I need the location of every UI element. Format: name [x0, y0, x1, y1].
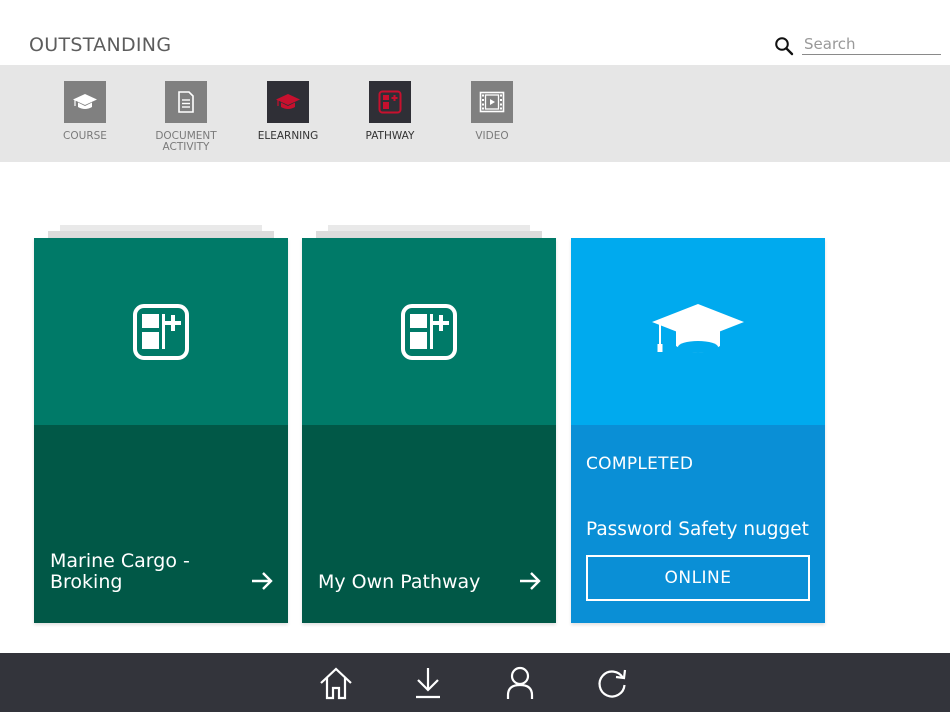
arrow-right-icon[interactable] — [250, 569, 274, 593]
search-box[interactable] — [774, 33, 941, 57]
download-button[interactable] — [410, 665, 446, 701]
filter-bar: COURSE DOCUMENT ACTIVITY ELEARNING PATHW… — [0, 65, 950, 162]
refresh-button[interactable] — [594, 665, 630, 701]
card-title: Marine Cargo - Broking — [50, 550, 190, 593]
pathway-icon — [401, 303, 457, 360]
filter-label: ELEARNING — [257, 130, 319, 142]
filter-elearning[interactable]: ELEARNING — [243, 81, 333, 142]
status-label: COMPLETED — [586, 454, 694, 474]
video-icon — [471, 81, 513, 123]
filter-label: COURSE — [63, 130, 107, 142]
filter-course[interactable]: COURSE — [40, 81, 130, 142]
card-my-own-pathway[interactable]: My Own Pathway — [302, 238, 556, 623]
filter-label: PATHWAY — [365, 130, 415, 142]
card-body: COMPLETED Password Safety nugget ONLINE — [571, 425, 825, 623]
card-header — [34, 238, 288, 425]
home-button[interactable] — [318, 665, 354, 701]
bottom-toolbar — [0, 653, 950, 712]
profile-icon — [506, 666, 534, 699]
page-title: OUTSTANDING — [29, 34, 172, 56]
pathway-icon — [133, 303, 189, 360]
download-icon — [416, 668, 440, 699]
card-title: Password Safety nugget — [586, 519, 809, 540]
document-icon — [165, 81, 207, 123]
filter-label: DOCUMENT ACTIVITY — [155, 130, 217, 153]
arrow-right-icon[interactable] — [518, 569, 542, 593]
card-title: My Own Pathway — [318, 571, 481, 593]
search-icon[interactable] — [774, 36, 794, 56]
graduation-cap-icon — [267, 81, 309, 123]
card-header — [571, 238, 825, 425]
refresh-icon — [598, 669, 627, 698]
home-icon — [320, 667, 352, 700]
filter-pathway[interactable]: PATHWAY — [345, 81, 435, 142]
card-marine-cargo-broking[interactable]: Marine Cargo - Broking — [34, 238, 288, 623]
online-button[interactable]: ONLINE — [586, 555, 810, 601]
filter-document-activity[interactable]: DOCUMENT ACTIVITY — [141, 81, 231, 153]
pathway-icon — [369, 81, 411, 123]
graduation-cap-icon — [64, 81, 106, 123]
card-body: My Own Pathway — [302, 425, 556, 623]
card-header — [302, 238, 556, 425]
filter-label: VIDEO — [475, 130, 509, 142]
search-input[interactable] — [802, 33, 941, 55]
graduation-cap-icon — [652, 303, 744, 353]
profile-button[interactable] — [502, 665, 538, 701]
card-body: Marine Cargo - Broking — [34, 425, 288, 623]
filter-video[interactable]: VIDEO — [447, 81, 537, 142]
card-password-safety-nugget[interactable]: COMPLETED Password Safety nugget ONLINE — [571, 238, 825, 623]
